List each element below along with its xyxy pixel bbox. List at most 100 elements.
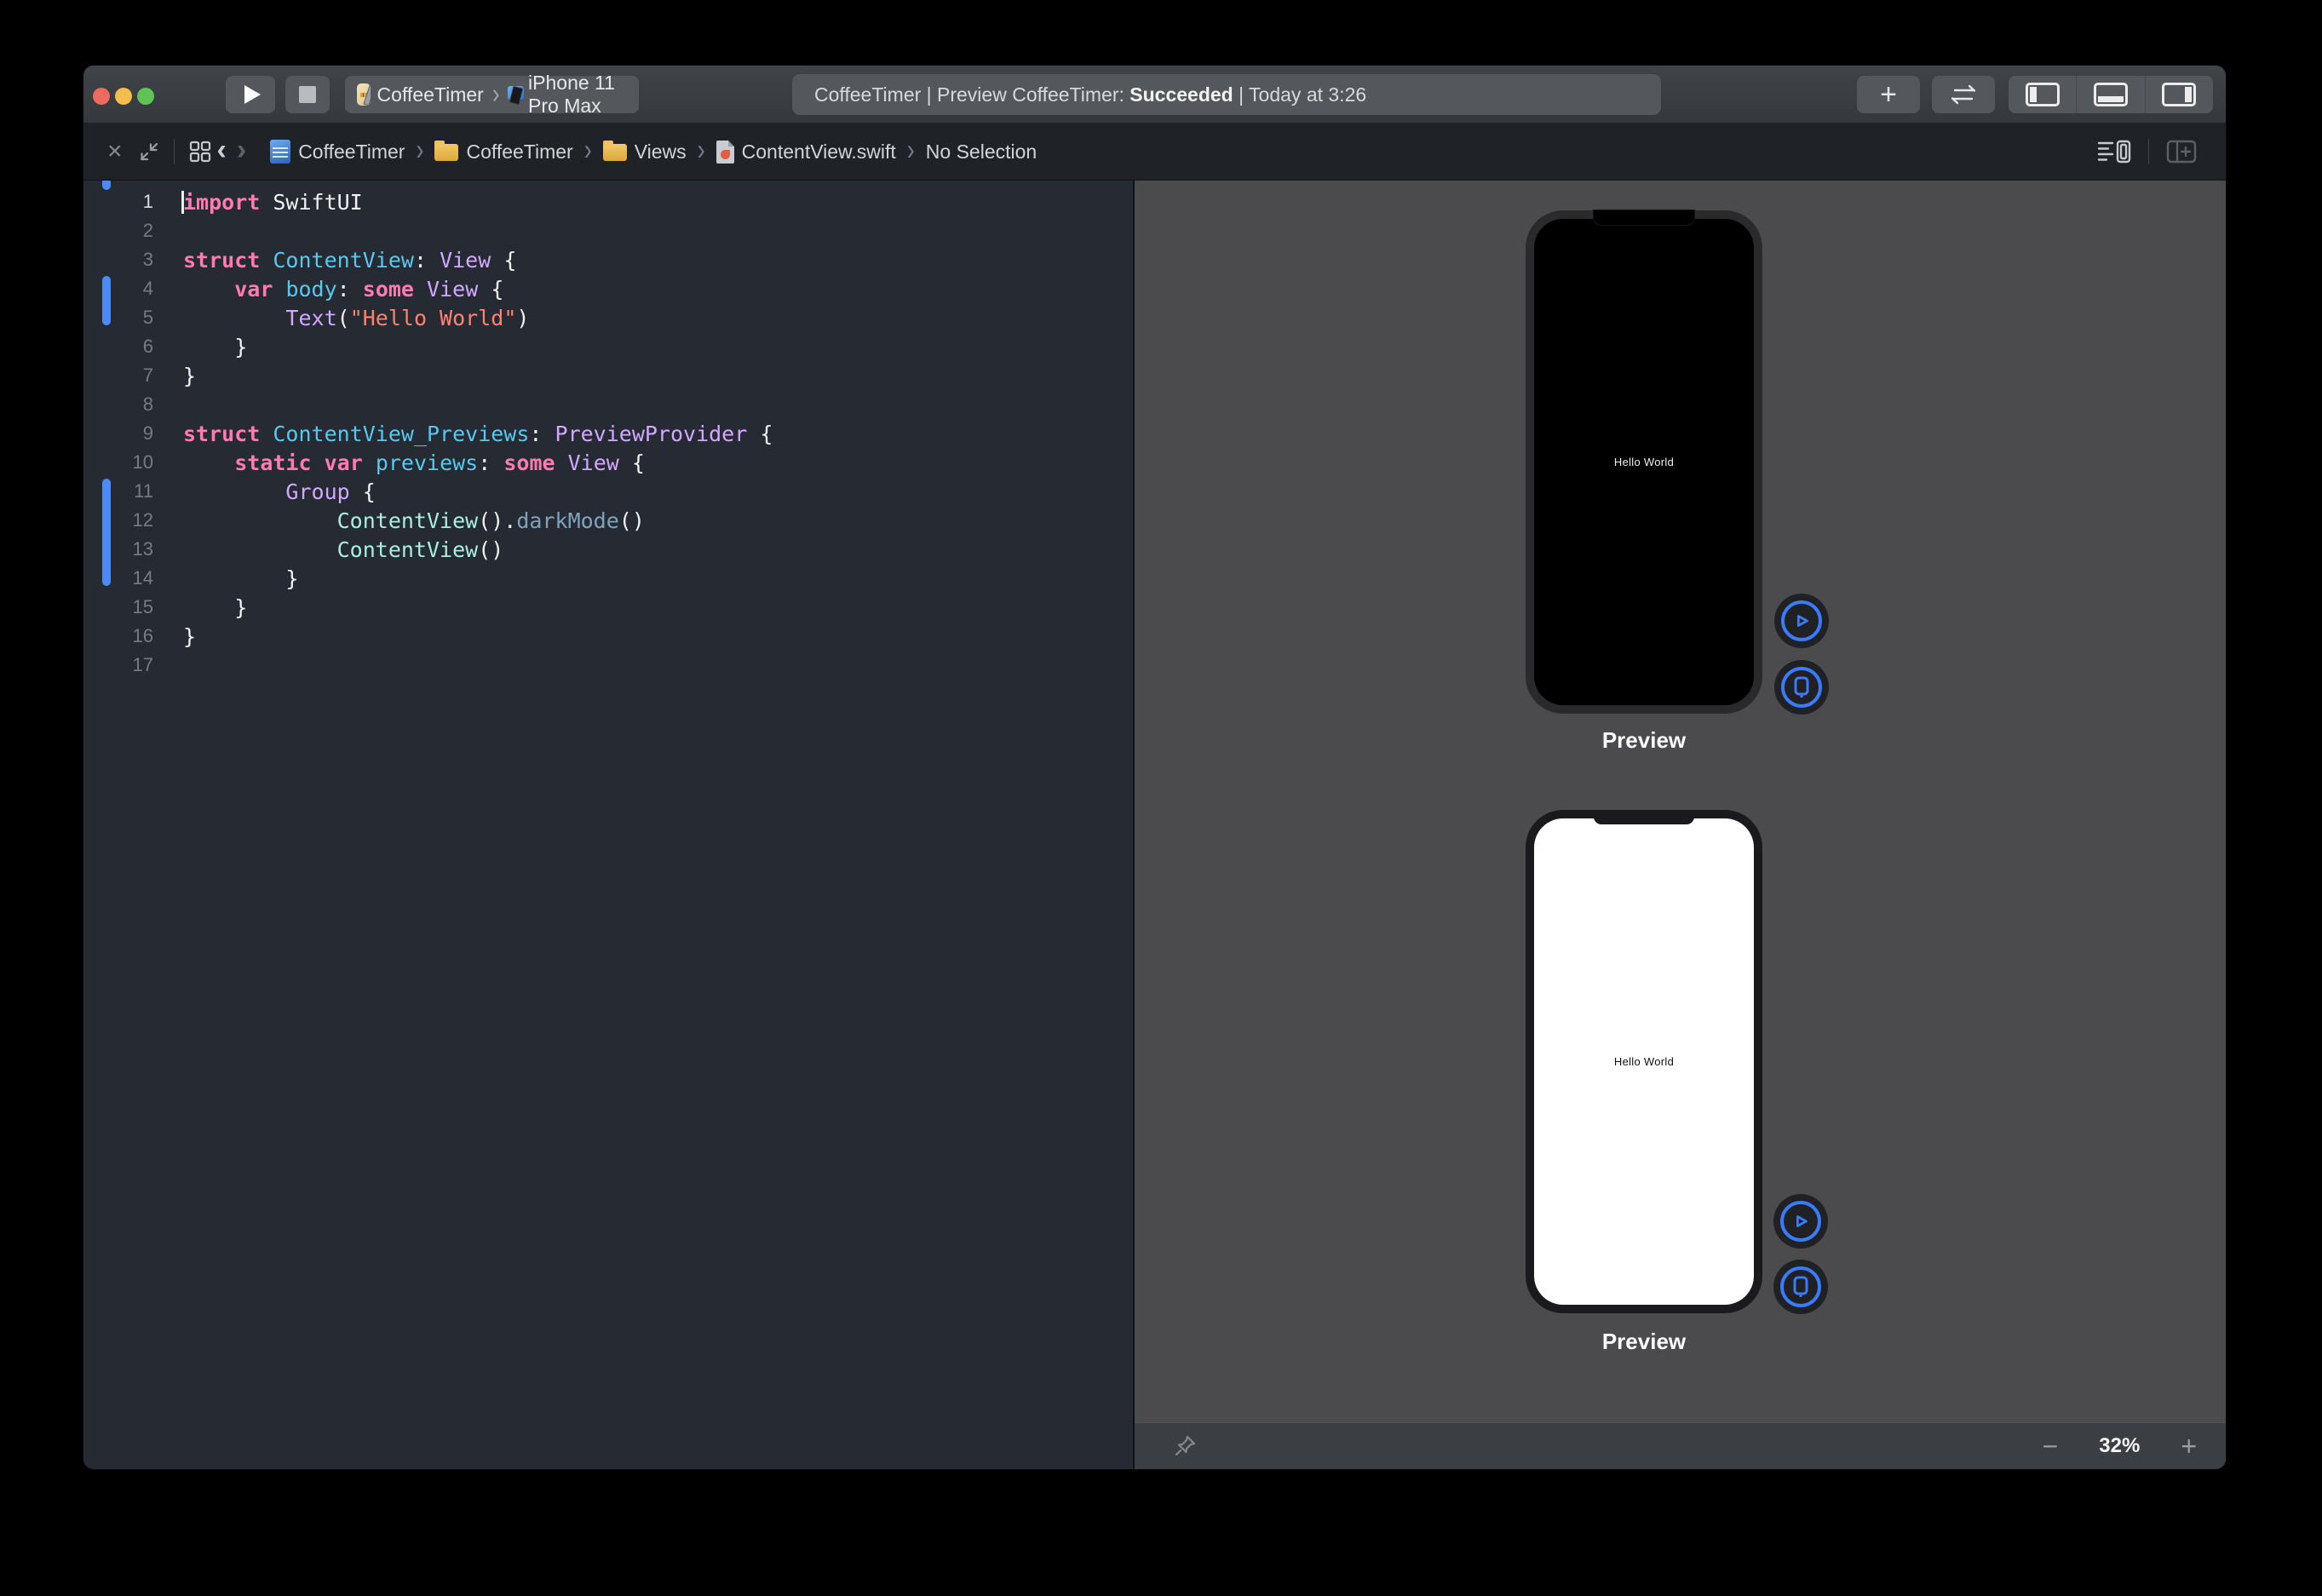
code-line-9[interactable]: 9struct ContentView_Previews: PreviewPro… <box>83 419 1133 448</box>
project-app-icon <box>357 83 371 106</box>
related-items-grid-icon <box>188 140 212 164</box>
play-icon <box>244 85 261 104</box>
toggle-inspector-button[interactable] <box>2145 76 2213 113</box>
code-line-7[interactable]: 7} <box>83 361 1133 390</box>
line-number[interactable]: 5 <box>83 307 153 329</box>
line-number[interactable]: 15 <box>83 596 153 618</box>
preview-content-text: Hello World <box>1614 1055 1674 1068</box>
swap-arrows-icon <box>1948 83 1979 106</box>
scheme-selector[interactable]: CoffeeTimer › iPhone 11 Pro Max <box>345 76 639 113</box>
line-number[interactable]: 14 <box>83 567 153 589</box>
status-time: | Today at 3:26 <box>1233 83 1366 106</box>
editor-options-button[interactable] <box>2097 139 2131 164</box>
zoom-controls: − 32% + <box>2043 1431 2197 1462</box>
live-preview-button[interactable] <box>1774 594 1829 648</box>
code-text: import SwiftUI <box>153 190 363 215</box>
code-text: Text("Hello World") <box>153 306 529 330</box>
zoom-out-button[interactable]: − <box>2043 1431 2059 1462</box>
line-number[interactable]: 4 <box>83 278 153 300</box>
code-line-11[interactable]: 11 Group { <box>83 477 1133 506</box>
line-number[interactable]: 11 <box>83 480 153 502</box>
code-line-13[interactable]: 13 ContentView() <box>83 535 1133 564</box>
code-text: Group { <box>153 479 376 504</box>
code-text: ContentView() <box>153 537 503 562</box>
zoom-in-button[interactable]: + <box>2181 1431 2197 1462</box>
code-text: } <box>153 595 247 620</box>
code-line-4[interactable]: 4 var body: some View { <box>83 274 1133 303</box>
jump-bar-right <box>2097 123 2226 180</box>
breadcrumb-item[interactable]: CoffeeTimer <box>434 141 572 164</box>
preview-device-dark[interactable]: Hello World <box>1526 210 1762 714</box>
folder-icon <box>603 144 627 161</box>
preview-on-device-button[interactable] <box>1773 1260 1828 1314</box>
line-number[interactable]: 17 <box>83 654 153 676</box>
breadcrumb: CoffeeTimer›CoffeeTimer›Views›ContentVie… <box>270 137 1037 167</box>
line-number[interactable]: 10 <box>83 451 153 474</box>
destination-device-icon <box>508 85 521 104</box>
collapse-editor-button[interactable] <box>138 141 160 163</box>
code-line-17[interactable]: 17 <box>83 651 1133 680</box>
code-line-8[interactable]: 8 <box>83 390 1133 419</box>
project-icon <box>270 140 290 164</box>
close-window-button[interactable] <box>93 88 110 105</box>
line-number[interactable]: 2 <box>83 220 153 242</box>
code-line-15[interactable]: 15 } <box>83 593 1133 622</box>
stop-button[interactable] <box>285 76 330 113</box>
minimize-window-button[interactable] <box>115 88 132 105</box>
preview-device-light[interactable]: Hello World <box>1526 810 1762 1313</box>
editor-options-icon <box>2097 139 2131 164</box>
code-line-3[interactable]: 3struct ContentView: View { <box>83 245 1133 274</box>
code-line-10[interactable]: 10 static var previews: some View { <box>83 448 1133 477</box>
run-button[interactable] <box>226 76 275 113</box>
device-circle-icon <box>1780 1266 1821 1307</box>
related-items-button[interactable] <box>188 140 212 164</box>
zoom-window-button[interactable] <box>137 88 154 105</box>
line-number[interactable]: 13 <box>83 538 153 560</box>
plus-icon: + <box>1880 78 1897 112</box>
folder-icon <box>434 144 458 161</box>
breadcrumb-item[interactable]: CoffeeTimer <box>270 140 405 164</box>
breadcrumb-item[interactable]: No Selection <box>926 141 1037 164</box>
status-text: CoffeeTimer | Preview CoffeeTimer: <box>814 83 1129 106</box>
code-line-14[interactable]: 14 } <box>83 564 1133 593</box>
line-number[interactable]: 8 <box>83 393 153 416</box>
panel-toggle-group <box>2009 76 2213 113</box>
close-editor-button[interactable]: × <box>107 137 123 166</box>
code-text: } <box>153 624 196 649</box>
preview-canvas: Hello World Preview <box>1135 181 2226 1469</box>
navigate-forward-button[interactable]: › <box>237 134 246 167</box>
code-text: static var previews: some View { <box>153 451 645 475</box>
code-line-6[interactable]: 6 } <box>83 332 1133 361</box>
toggle-debug-area-button[interactable] <box>2076 76 2144 113</box>
editor-swap-button[interactable] <box>1932 76 1995 113</box>
add-editor-button[interactable] <box>2166 140 2197 164</box>
code-line-1[interactable]: 1import SwiftUI <box>83 187 1133 216</box>
divider <box>174 139 175 164</box>
line-number[interactable]: 1 <box>83 191 153 213</box>
breadcrumb-label: Views <box>635 141 687 164</box>
breadcrumb-item[interactable]: Views <box>603 141 687 164</box>
text-cursor <box>181 191 184 214</box>
code-line-16[interactable]: 16} <box>83 622 1133 651</box>
live-preview-button[interactable] <box>1773 1194 1828 1249</box>
stop-icon <box>299 86 316 103</box>
toggle-navigator-button[interactable] <box>2009 76 2076 113</box>
line-number[interactable]: 3 <box>83 249 153 271</box>
code-line-2[interactable]: 2 <box>83 216 1133 245</box>
line-number[interactable]: 9 <box>83 422 153 445</box>
library-add-button[interactable]: + <box>1857 76 1920 113</box>
line-number[interactable]: 7 <box>83 365 153 387</box>
line-number[interactable]: 12 <box>83 509 153 531</box>
add-editor-icon <box>2166 140 2197 164</box>
source-editor[interactable]: 1import SwiftUI23struct ContentView: Vie… <box>83 181 1133 1469</box>
line-number[interactable]: 16 <box>83 625 153 647</box>
breadcrumb-item[interactable]: ContentView.swift <box>716 141 896 164</box>
preview-on-device-button[interactable] <box>1774 660 1829 715</box>
navigate-back-button[interactable]: ‹ <box>217 134 227 167</box>
chevron-right-icon: › <box>907 133 915 167</box>
code-line-12[interactable]: 12 ContentView().darkMode() <box>83 506 1133 535</box>
code-line-5[interactable]: 5 Text("Hello World") <box>83 303 1133 332</box>
pin-preview-button[interactable] <box>1172 1432 1199 1461</box>
line-number[interactable]: 6 <box>83 336 153 358</box>
collapse-arrows-icon <box>138 141 160 163</box>
